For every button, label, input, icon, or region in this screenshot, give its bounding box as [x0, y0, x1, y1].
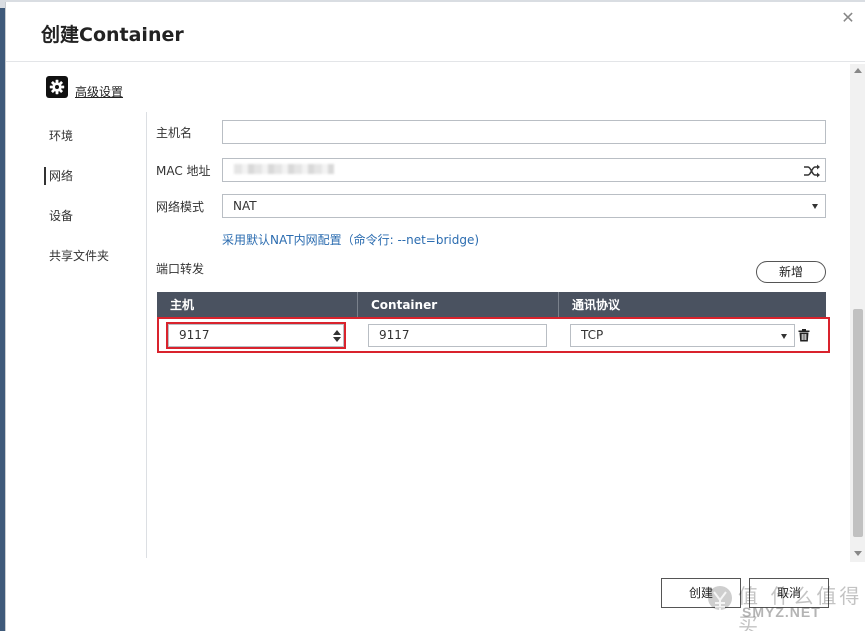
sidebar-item-environment[interactable]: 环境 — [44, 122, 144, 162]
gear-icon — [46, 76, 68, 98]
column-header-protocol: 通讯协议 — [572, 298, 621, 312]
sidebar-item-shared-folders[interactable]: 共享文件夹 — [44, 242, 144, 282]
advanced-settings-link[interactable]: 高级设置 — [75, 83, 123, 100]
nat-default-link[interactable]: 采用默认NAT内网配置（命令行: --net=bridge) — [222, 231, 479, 248]
host-port-highlight — [166, 322, 346, 349]
column-header-host: 主机 — [170, 298, 195, 312]
dialog-title: 创建Container — [41, 24, 184, 46]
scrollbar-thumb[interactable] — [853, 309, 863, 537]
shuffle-icon[interactable] — [803, 164, 821, 178]
create-container-dialog: 创建Container ✕ 高级设置 环境 网络 设备 共享文件夹 主机名 MA… — [5, 2, 865, 631]
advanced-settings[interactable]: 高级设置 — [46, 75, 123, 99]
hostname-label: 主机名 — [156, 126, 193, 140]
network-mode-value: NAT — [233, 199, 257, 213]
side-nav: 环境 网络 设备 共享文件夹 — [44, 122, 144, 282]
vertical-divider — [146, 112, 147, 558]
trash-icon[interactable] — [798, 329, 810, 342]
mac-address-blurred-value — [234, 164, 334, 174]
hostname-input[interactable] — [222, 120, 826, 144]
scroll-up-icon[interactable] — [854, 68, 862, 73]
chevron-down-icon — [781, 334, 787, 339]
scrollbar[interactable] — [850, 64, 865, 562]
network-mode-label: 网络模式 — [156, 200, 205, 214]
create-button[interactable]: 创建 — [661, 578, 741, 608]
container-port-value: 9117 — [379, 328, 410, 342]
protocol-value: TCP — [581, 328, 604, 342]
close-icon[interactable]: ✕ — [838, 8, 858, 28]
port-table-header: 主机 Container 通讯协议 — [157, 292, 826, 318]
dialog-header: 创建Container ✕ — [6, 2, 865, 62]
protocol-select[interactable]: TCP — [570, 324, 795, 347]
scroll-down-icon[interactable] — [854, 551, 862, 556]
sidebar-item-network[interactable]: 网络 — [44, 162, 144, 202]
column-header-container: Container — [371, 298, 438, 312]
port-forward-label: 端口转发 — [156, 262, 205, 276]
mac-address-label: MAC 地址 — [156, 164, 211, 178]
chevron-down-icon — [812, 204, 818, 209]
sidebar-item-devices[interactable]: 设备 — [44, 202, 144, 242]
port-stepper-icon[interactable] — [332, 329, 342, 343]
container-port-input[interactable]: 9117 — [368, 324, 547, 347]
add-port-button[interactable]: 新增 — [756, 261, 826, 283]
cancel-button[interactable]: 取消 — [749, 578, 829, 608]
network-mode-select[interactable]: NAT — [222, 194, 826, 218]
